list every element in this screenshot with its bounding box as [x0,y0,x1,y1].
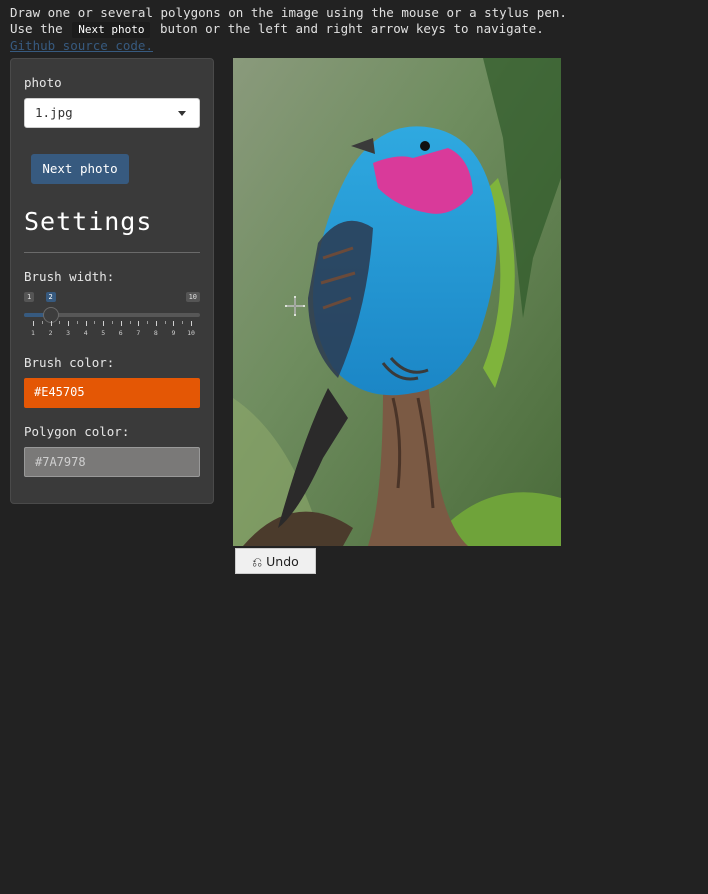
photo-select[interactable]: 1.jpg [24,98,200,128]
sidebar-panel: photo 1.jpg Next photo Settings Brush wi… [10,58,214,504]
instructions-text-before: Use the [10,21,63,36]
divider [24,252,200,253]
slider-tick [191,321,192,326]
brush-color-label: Brush color: [24,355,115,370]
drawing-canvas[interactable] [233,58,561,546]
next-photo-button[interactable]: Next photo [31,154,129,184]
slider-tick [85,321,87,326]
brush-width-slider[interactable]: 1 2 10 1 2 3 4 5 6 7 8 9 10 [24,292,200,342]
slider-min-badge: 1 [24,292,35,302]
slider-tick [50,321,52,326]
slider-tick-label: 8 [153,329,158,337]
slider-tick-label: 2 [48,329,53,337]
slider-minor-tick [59,321,61,324]
slider-minor-tick [147,321,149,324]
polygon-color-label: Polygon color: [24,424,130,439]
slider-tick [120,321,122,326]
polygon-color-input[interactable]: #7A7978 [24,447,200,477]
slider-minor-tick [94,321,96,324]
slider-minor-tick [41,321,43,324]
instructions: Draw one or several polygons on the imag… [10,5,567,54]
slider-tick-label: 6 [118,329,123,337]
instructions-text-after: buton or the left and right arrow keys t… [159,21,544,36]
slider-minor-tick [164,321,166,324]
slider-minor-tick [129,321,131,324]
instructions-line-1: Draw one or several polygons on the imag… [10,5,567,20]
slider-tick [68,321,70,326]
slider-tick [138,321,140,326]
brush-color-input[interactable]: #E45705 [24,378,200,408]
slider-tick-label: 1 [31,329,35,337]
slider-tick-label: 3 [66,329,71,337]
slider-value-badge: 2 [45,292,56,302]
crosshair-cursor-icon [285,296,305,316]
chevron-down-icon [178,111,186,116]
slider-minor-tick [76,321,78,324]
slider-minor-tick [112,321,113,324]
slider-tick [103,321,105,326]
slider-tick [33,321,34,326]
slider-tick-label: 4 [83,329,88,337]
brush-width-label: Brush width: [24,269,115,284]
instructions-line-2: Use the Next photo buton or the left and… [10,21,567,38]
slider-tick-label: 9 [171,329,176,337]
slider-tick [173,321,175,326]
bird-photo [233,58,561,546]
slider-tick-label: 5 [101,329,106,337]
slider-tick [155,321,157,326]
slider-tick-label: 10 [187,329,195,337]
undo-button[interactable]: ⎌ Undo [235,548,316,574]
photo-label: photo [24,75,62,90]
github-link[interactable]: Github source code. [10,38,153,53]
next-photo-hint: Next photo [72,22,151,38]
settings-title: Settings [24,207,153,236]
slider-minor-tick [182,321,184,324]
slider-tick-label: 7 [136,329,141,337]
slider-max-badge: 10 [185,292,200,302]
photo-select-value: 1.jpg [35,105,73,120]
